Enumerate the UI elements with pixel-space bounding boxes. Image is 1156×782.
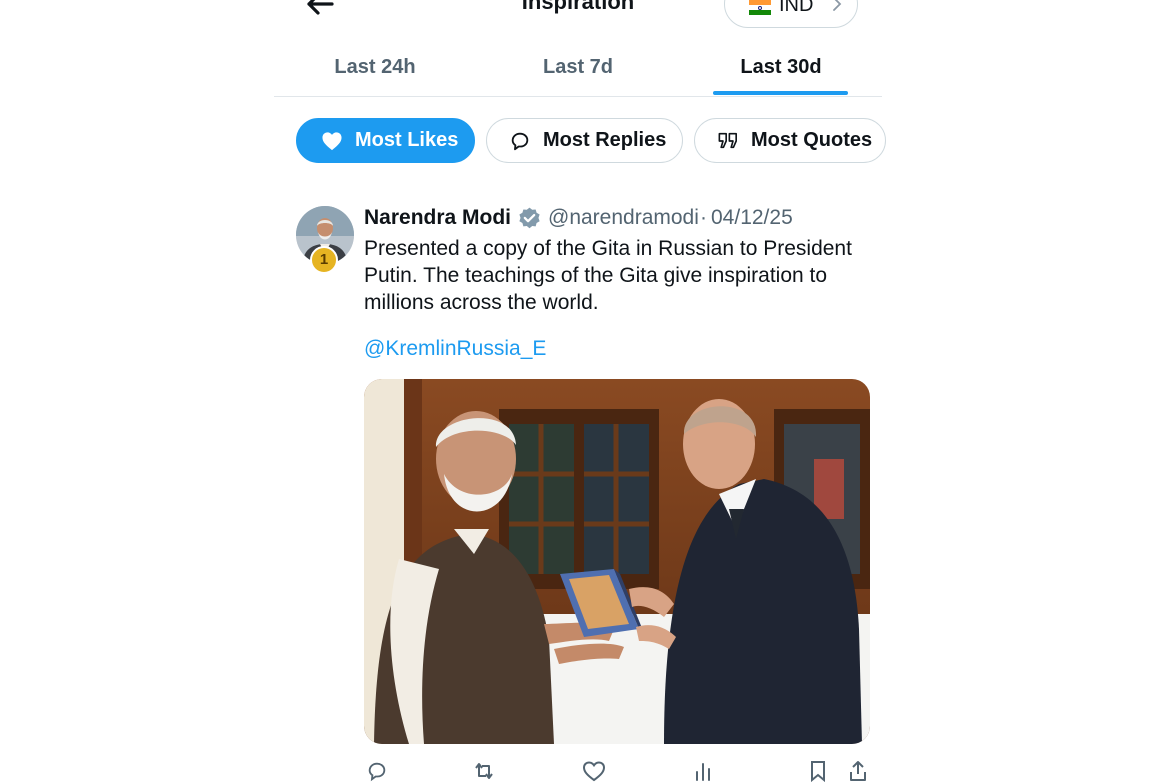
reply-action[interactable]	[366, 760, 396, 782]
reply-icon	[368, 762, 386, 782]
top-bar: Inspiration IND	[0, 0, 1156, 40]
post-actions	[364, 760, 876, 782]
like-action[interactable]	[582, 760, 614, 782]
repost-action[interactable]	[472, 760, 504, 782]
chevron-right-icon	[833, 0, 842, 11]
tab-last-7d[interactable]: Last 7d	[528, 56, 628, 79]
most-likes-label: Most Likes	[355, 129, 459, 151]
heart-icon	[322, 131, 342, 150]
repost-icon	[475, 763, 493, 779]
separator-dot: ·	[700, 206, 707, 229]
region-code: IND	[779, 0, 814, 16]
most-replies-label: Most Replies	[543, 129, 667, 151]
photo-two-men-holding-book-icon	[364, 379, 870, 744]
quote-icon	[718, 132, 738, 148]
rank-badge: 1	[310, 246, 338, 274]
mention-link[interactable]: @KremlinRussia_E	[364, 337, 546, 361]
tab-last-30d[interactable]: Last 30d	[726, 56, 836, 79]
most-quotes-chip[interactable]: Most Quotes	[694, 118, 886, 163]
post-date: 04/12/25	[711, 206, 793, 229]
active-tab-indicator	[713, 91, 848, 95]
share-action[interactable]	[848, 760, 876, 782]
bookmark-action[interactable]	[808, 760, 836, 782]
time-range-tabs: Last 24h Last 7d Last 30d	[274, 44, 882, 97]
post-media[interactable]	[364, 379, 870, 744]
india-flag-icon	[749, 0, 771, 15]
page-title: Inspiration	[521, 0, 635, 14]
region-selector[interactable]: IND	[724, 0, 858, 28]
share-icon	[850, 761, 866, 781]
author-name[interactable]: Narendra Modi	[364, 206, 511, 230]
verified-badge-icon	[519, 207, 540, 229]
tab-last-24h[interactable]: Last 24h	[325, 56, 425, 79]
views-action[interactable]	[692, 760, 722, 782]
most-quotes-label: Most Quotes	[751, 129, 873, 151]
bookmark-icon	[811, 761, 825, 782]
most-likes-chip[interactable]: Most Likes	[296, 118, 475, 163]
speech-bubble-icon	[511, 132, 529, 150]
like-icon	[582, 761, 606, 782]
post-text: Presented a copy of the Gita in Russian …	[364, 237, 852, 314]
most-replies-chip[interactable]: Most Replies	[486, 118, 683, 163]
author-handle[interactable]: @narendramodi	[548, 206, 699, 230]
views-icon	[696, 763, 710, 781]
